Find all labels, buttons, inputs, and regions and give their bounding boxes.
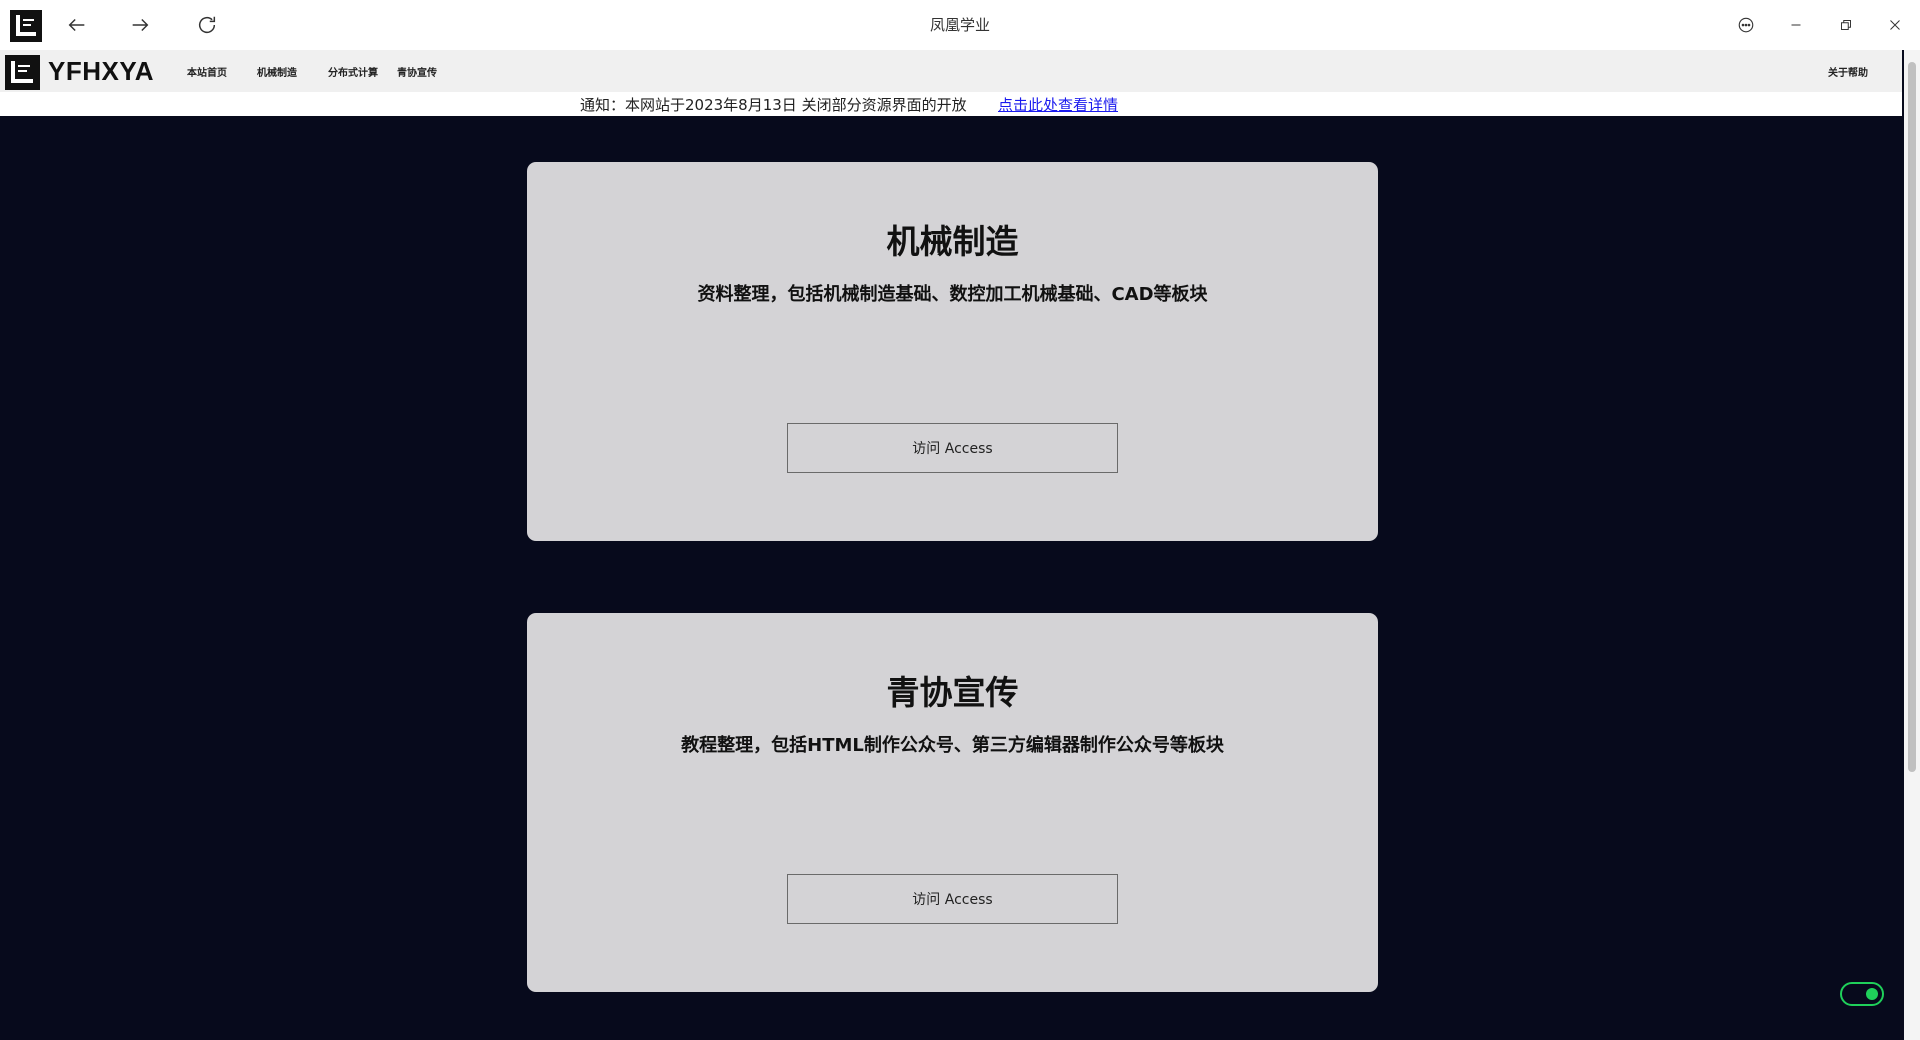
notice-bar: 通知：本网站于2023年8月13日 关闭部分资源界面的开放 点击此处查看详情: [0, 92, 1902, 116]
minimize-button[interactable]: [1778, 10, 1814, 40]
refresh-button[interactable]: [189, 8, 225, 42]
back-icon: [68, 18, 85, 32]
toggle-knob: [1866, 988, 1878, 1000]
site-header: YFHXYA 本站首页 机械制造 分布式计算 青协宣传 关于帮助: [0, 50, 1902, 92]
scrollbar-thumb[interactable]: [1908, 62, 1916, 772]
page-scrollbar[interactable]: [1904, 50, 1920, 1040]
site-brand[interactable]: YFHXYA: [48, 56, 154, 87]
card-description: 教程整理，包括HTML制作公众号、第三方编辑器制作公众号等板块: [681, 735, 1224, 756]
forward-icon: [132, 18, 149, 32]
notice-text: 通知：本网站于2023年8月13日 关闭部分资源界面的开放: [580, 96, 967, 114]
close-icon: [1890, 20, 1900, 30]
restore-icon: [1841, 20, 1851, 30]
theme-toggle[interactable]: [1840, 982, 1884, 1006]
nav-distributed[interactable]: 分布式计算: [328, 64, 378, 79]
access-button[interactable]: 访问 Access: [787, 874, 1118, 924]
nav-youth-assoc[interactable]: 青协宣传: [397, 64, 437, 79]
nav-mechanical[interactable]: 机械制造: [257, 64, 297, 79]
forward-button[interactable]: [122, 8, 158, 42]
nav-home[interactable]: 本站首页: [187, 64, 227, 79]
more-button[interactable]: [1728, 10, 1764, 40]
browser-titlebar: 凤凰学业: [0, 0, 1920, 50]
more-icon: [1738, 17, 1754, 33]
window-title: 凤凰学业: [929, 16, 990, 34]
site-logo-icon[interactable]: [5, 55, 40, 90]
close-button[interactable]: [1877, 10, 1913, 40]
access-button[interactable]: 访问 Access: [787, 423, 1118, 473]
card-title: 青协宣传: [886, 673, 1019, 712]
restore-button[interactable]: [1828, 10, 1864, 40]
app-logo-icon: [10, 10, 42, 42]
refresh-icon: [198, 16, 216, 34]
notice-details-link[interactable]: 点击此处查看详情: [998, 94, 1118, 115]
card-description: 资料整理，包括机械制造基础、数控加工机械基础、CAD等板块: [697, 284, 1208, 305]
card-title: 机械制造: [886, 222, 1019, 261]
back-button[interactable]: [59, 8, 95, 42]
card-mechanical: 机械制造 资料整理，包括机械制造基础、数控加工机械基础、CAD等板块 访问 Ac…: [527, 162, 1378, 541]
card-youth-assoc: 青协宣传 教程整理，包括HTML制作公众号、第三方编辑器制作公众号等板块 访问 …: [527, 613, 1378, 992]
nav-help[interactable]: 关于帮助: [1828, 64, 1868, 79]
minimize-icon: [1791, 24, 1801, 26]
